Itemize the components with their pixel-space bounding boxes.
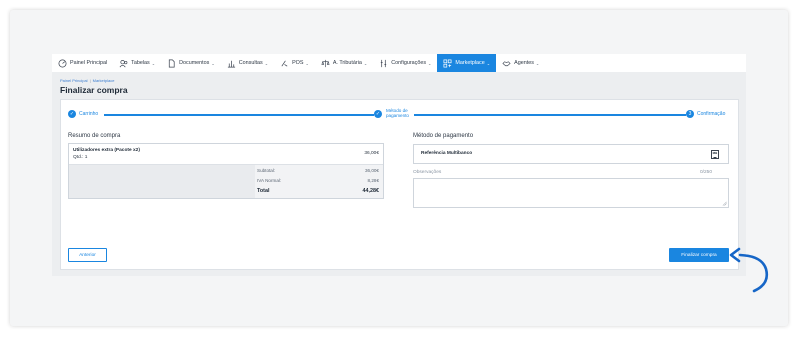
pos-icon	[280, 59, 289, 68]
total-value: 44,28€	[362, 188, 380, 194]
nav-label: POS	[292, 60, 304, 66]
document-icon	[167, 59, 176, 68]
check-icon: ✓	[374, 110, 382, 118]
step-carrinho: ✓ Carrinho	[68, 110, 98, 118]
chevron-down-icon: ⌄	[428, 60, 432, 66]
dashboard-icon	[58, 59, 67, 68]
scales-icon	[321, 59, 330, 68]
chevron-down-icon: ⌄	[211, 60, 215, 66]
step-label-line: pagamento	[386, 113, 409, 118]
nav-label: Documentos	[179, 60, 210, 66]
finish-purchase-button[interactable]: Finalizar compra	[669, 248, 729, 262]
payment-title: Método de pagamento	[413, 133, 474, 139]
resize-grip-icon[interactable]	[722, 201, 727, 206]
breadcrumb-separator: |	[89, 78, 91, 83]
subtotal-row: Subtotal: 36,00€	[257, 168, 379, 173]
summary-totals-area: Subtotal: 36,00€ IVA Normal: 8,28€ Total…	[69, 165, 383, 198]
step-number: 3	[686, 110, 694, 118]
observations-textarea[interactable]	[413, 178, 729, 208]
total-label: Total	[257, 188, 270, 194]
nav-label: Consultas	[238, 60, 263, 66]
nav-item-autoridade-tributaria[interactable]: A. Tributária ⌄	[315, 54, 373, 72]
step-label: Carrinho	[79, 111, 99, 117]
breadcrumb: Painel Principal | Marketplace	[60, 78, 114, 83]
chevron-down-icon: ⌄	[363, 60, 368, 66]
nav-label: Configurações	[391, 60, 427, 66]
payment-method-option[interactable]: Referência Multibanco MB ▬	[413, 144, 729, 164]
bar-chart-icon	[227, 59, 236, 68]
page-title: Finalizar compra	[60, 85, 128, 95]
check-icon: ✓	[68, 110, 76, 118]
iva-value: 8,28€	[367, 178, 380, 183]
handshake-icon	[502, 59, 511, 68]
total-row: Total 44,28€	[257, 188, 379, 194]
nav-item-documentos[interactable]: Documentos ⌄	[161, 54, 221, 72]
chevron-down-icon: ⌄	[305, 60, 309, 66]
order-summary: Utilizadores extra (Pacote x2) Qtd.: 1 3…	[68, 143, 384, 199]
iva-row: IVA Normal: 8,28€	[257, 178, 379, 183]
summary-title: Resumo de compra	[68, 133, 121, 139]
stepper-line	[104, 114, 374, 116]
nav-label: Tabelas	[131, 60, 150, 66]
step-metodo-pagamento: ✓	[374, 110, 385, 118]
chevron-down-icon: ⌄	[151, 60, 156, 66]
multibanco-icon: MB ▬	[711, 150, 719, 159]
chevron-down-icon: ⌄	[264, 60, 269, 66]
nav-label: A. Tributária	[332, 60, 362, 66]
nav-label: Painel Principal	[70, 60, 108, 66]
step-label-metodo: Método de pagamento	[386, 108, 409, 118]
item-price: 36,00€	[364, 151, 379, 156]
subtotal-label: Subtotal:	[257, 168, 276, 173]
top-nav: Painel Principal Tabelas ⌄ Documentos ⌄ …	[52, 54, 746, 72]
nav-item-pos[interactable]: POS ⌄	[274, 54, 315, 72]
item-quantity: Qtd.: 1	[73, 155, 88, 160]
breadcrumb-home-link[interactable]: Painel Principal	[60, 78, 88, 83]
observations-label: Observações	[413, 170, 442, 175]
breadcrumb-current[interactable]: Marketplace	[93, 78, 115, 83]
summary-item-row: Utilizadores extra (Pacote x2) Qtd.: 1 3…	[69, 144, 383, 165]
iva-label: IVA Normal:	[257, 178, 282, 183]
step-confirmacao: 3 Confirmação	[686, 110, 725, 118]
observations-counter: 0/250	[700, 170, 713, 175]
stepper-line	[414, 114, 686, 116]
nav-item-configuracoes[interactable]: Configurações ⌄	[373, 54, 437, 72]
settings-icon	[379, 59, 388, 68]
previous-button[interactable]: Anterior	[68, 248, 107, 262]
nav-item-painel-principal[interactable]: Painel Principal	[52, 54, 113, 72]
users-icon	[119, 59, 128, 68]
nav-item-agentes[interactable]: Agentes ⌄	[496, 54, 545, 72]
nav-item-marketplace[interactable]: Marketplace ⌄	[437, 54, 497, 72]
chevron-down-icon: ⌄	[486, 60, 491, 66]
subtotal-value: 36,00€	[364, 168, 379, 173]
step-label: Confirmação	[697, 111, 726, 117]
nav-label: Agentes	[514, 60, 534, 66]
item-name: Utilizadores extra (Pacote x2)	[73, 148, 140, 153]
payment-method-label: Referência Multibanco	[421, 151, 473, 156]
marketplace-icon	[443, 59, 452, 68]
curved-arrow-icon	[729, 247, 769, 293]
summary-totals: Subtotal: 36,00€ IVA Normal: 8,28€ Total…	[255, 165, 383, 198]
nav-item-consultas[interactable]: Consultas ⌄	[221, 54, 274, 72]
chevron-down-icon: ⌄	[535, 60, 540, 66]
nav-item-tabelas[interactable]: Tabelas ⌄	[113, 54, 161, 72]
nav-label: Marketplace	[455, 60, 485, 66]
